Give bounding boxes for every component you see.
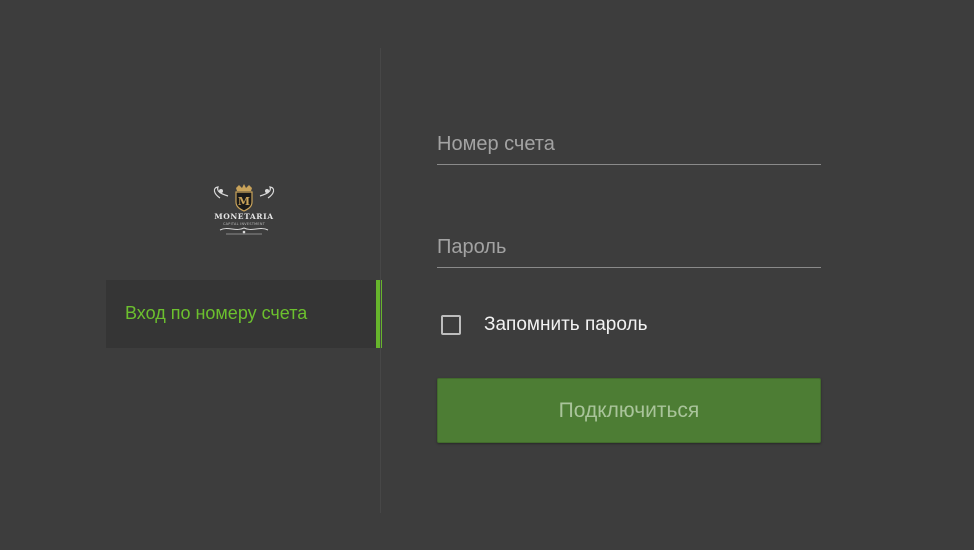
remember-password-checkbox[interactable] (441, 315, 461, 335)
password-input[interactable] (437, 227, 821, 267)
svg-text:CAPITAL INVESTMENT: CAPITAL INVESTMENT (223, 222, 266, 226)
remember-password-label: Запомнить пароль (484, 314, 648, 335)
connect-button[interactable]: Подключиться (437, 378, 821, 443)
sidebar-item-label: Вход по номеру счета (125, 303, 308, 323)
svg-text:MONETARIA: MONETARIA (214, 212, 273, 221)
vertical-divider (380, 48, 381, 513)
password-field (437, 227, 821, 268)
monetaria-crest-icon: M MONETARIA CAPITAL INVESTMENT (213, 184, 275, 235)
svg-text:M: M (238, 195, 250, 208)
active-indicator (376, 280, 382, 348)
account-number-field (437, 124, 821, 165)
brand-logo: M MONETARIA CAPITAL INVESTMENT (206, 184, 282, 240)
account-number-input[interactable] (437, 124, 821, 164)
remember-password-toggle[interactable]: Запомнить пароль (441, 312, 648, 338)
login-page: M MONETARIA CAPITAL INVESTMENT Вход по н… (0, 0, 974, 550)
sidebar-item-account-login[interactable]: Вход по номеру счета (106, 280, 382, 348)
